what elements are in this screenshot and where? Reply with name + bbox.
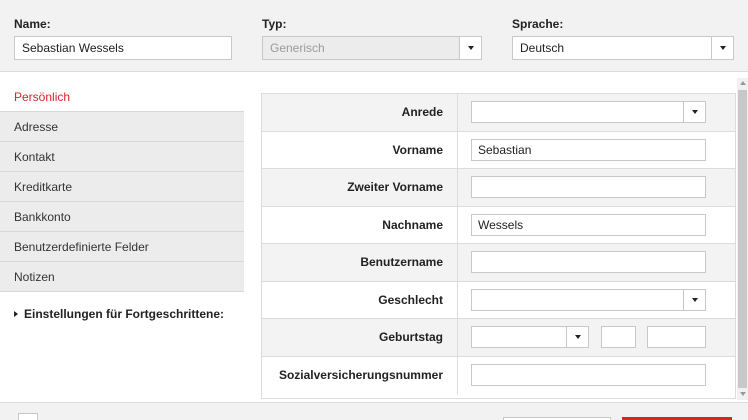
name-group: Name: Sebastian Wessels [14, 17, 232, 60]
geburtstag-month-select[interactable] [471, 326, 589, 349]
chevron-down-icon [692, 297, 698, 302]
language-dropdown-button[interactable] [711, 37, 733, 59]
sidebar-item-bankkonto[interactable]: Bankkonto [0, 202, 244, 232]
anrede-dropdown-button[interactable] [683, 102, 705, 123]
sidebar-item-kontakt[interactable]: Kontakt [0, 142, 244, 172]
chevron-down-icon [468, 46, 474, 50]
name-input[interactable]: Sebastian Wessels [14, 36, 232, 60]
geschlecht-label: Geschlecht [262, 281, 458, 318]
form-row-nachname: Nachname Wessels [262, 206, 735, 244]
footer-bar [0, 402, 748, 420]
scroll-up-icon[interactable] [740, 81, 746, 85]
nachname-input[interactable]: Wessels [471, 213, 706, 236]
name-label: Name: [14, 17, 51, 31]
chevron-down-icon [692, 110, 698, 115]
language-select-value: Deutsch [520, 41, 565, 55]
type-label: Typ: [262, 17, 287, 31]
type-select[interactable]: Generisch [262, 36, 482, 60]
personal-form: Anrede Vorname Sebastian Zweiter Vorname… [261, 93, 736, 399]
geschlecht-dropdown-button[interactable] [683, 289, 705, 310]
geburtstag-year-input[interactable] [647, 326, 706, 349]
caret-right-icon [14, 310, 18, 317]
language-label: Sprache: [512, 17, 564, 31]
nachname-label: Nachname [262, 206, 458, 243]
zweiter-vorname-input[interactable] [471, 176, 706, 199]
sidebar-item-notizen[interactable]: Notizen [0, 262, 244, 292]
form-row-zweiter-vorname: Zweiter Vorname [262, 169, 735, 207]
anrede-label: Anrede [262, 94, 458, 131]
form-row-anrede: Anrede [262, 94, 735, 132]
scrollbar-thumb[interactable] [738, 90, 747, 388]
form-row-geschlecht: Geschlecht [262, 281, 735, 319]
scrollbar[interactable] [737, 78, 748, 400]
type-select-value: Generisch [270, 41, 325, 55]
header: Name: Sebastian Wessels Typ: Generisch S… [0, 0, 748, 72]
scroll-down-icon[interactable] [740, 392, 746, 396]
type-dropdown-button[interactable] [459, 37, 481, 59]
chevron-down-icon [720, 46, 726, 50]
form-row-vorname: Vorname Sebastian [262, 131, 735, 169]
sidebar-item-persoenlich[interactable]: Persönlich [0, 82, 244, 112]
sidebar-item-adresse[interactable]: Adresse [0, 112, 244, 142]
benutzername-input[interactable] [471, 251, 706, 274]
geburtstag-month-dropdown-button[interactable] [566, 327, 588, 348]
sozialversicherungsnummer-label: Sozialversicherungsnummer [262, 356, 458, 394]
geschlecht-select[interactable] [471, 288, 706, 311]
type-group: Typ: Generisch [262, 17, 482, 60]
language-group: Sprache: Deutsch [512, 17, 734, 60]
sidebar-item-benutzerdefinierte-felder[interactable]: Benutzerdefinierte Felder [0, 232, 244, 262]
form-row-benutzername: Benutzername [262, 244, 735, 282]
sozialversicherungsnummer-input[interactable] [471, 364, 706, 387]
geburtstag-label: Geburtstag [262, 319, 458, 356]
geburtstag-day-input[interactable] [601, 326, 636, 349]
zweiter-vorname-label: Zweiter Vorname [262, 169, 458, 206]
vorname-input[interactable]: Sebastian [471, 138, 706, 161]
form-row-geburtstag: Geburtstag [262, 319, 735, 357]
anrede-select[interactable] [471, 101, 706, 124]
chevron-down-icon [575, 335, 581, 340]
sidebar-nav: Persönlich Adresse Kontakt Kreditkarte B… [0, 82, 244, 336]
advanced-settings-toggle[interactable]: Einstellungen für Fortgeschrittene: [0, 292, 244, 336]
sidebar-item-kreditkarte[interactable]: Kreditkarte [0, 172, 244, 202]
language-select[interactable]: Deutsch [512, 36, 734, 60]
advanced-settings-label: Einstellungen für Fortgeschrittene: [24, 307, 225, 321]
form-row-sozialversicherungsnummer: Sozialversicherungsnummer [262, 356, 735, 394]
footer-checkbox[interactable] [18, 413, 38, 420]
benutzername-label: Benutzername [262, 244, 458, 281]
vorname-label: Vorname [262, 131, 458, 168]
